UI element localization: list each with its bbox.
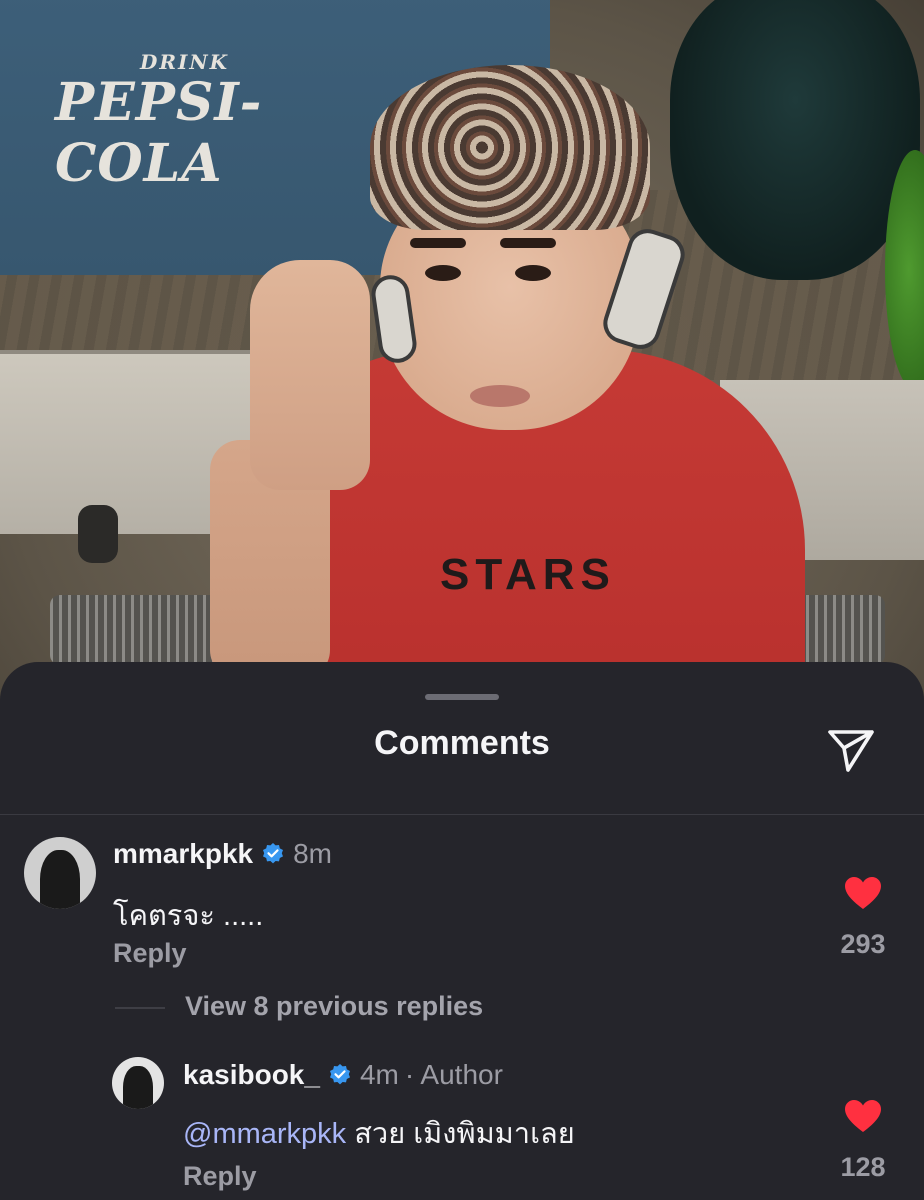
sheet-title: Comments: [374, 724, 550, 762]
reply-button[interactable]: Reply: [183, 1161, 257, 1192]
verified-badge-icon: [329, 1064, 350, 1085]
reply-text: @mmarkpkk สวย เมิงพิมมาเลย: [183, 1110, 575, 1156]
mention-link[interactable]: @mmarkpkk: [183, 1118, 346, 1150]
comment-header: mmarkpkk 8m: [113, 838, 332, 870]
avatar-silhouette: [39, 849, 81, 909]
like-count: 128: [840, 1152, 886, 1182]
like-count: 293: [840, 929, 886, 959]
avatar-silhouette: [123, 1066, 153, 1109]
post-photo: DRINK PEPSI-COLA STARS: [0, 0, 924, 700]
avatar[interactable]: [24, 837, 96, 909]
reply-username[interactable]: kasibook_: [183, 1059, 320, 1091]
paper-plane-icon: [828, 730, 874, 772]
reply-button[interactable]: Reply: [113, 938, 187, 969]
photo-person: STARS: [170, 60, 810, 700]
comment-username[interactable]: mmarkpkk: [113, 838, 253, 870]
reply-time: 4m: [359, 1059, 399, 1090]
right-brow: [500, 238, 556, 248]
reply-body: สวย เมิงพิมมาเลย: [346, 1118, 575, 1150]
left-brow: [410, 238, 466, 248]
comment-time: 8m: [293, 838, 332, 869]
photo-wheel: [78, 505, 118, 563]
comment-text: โคตรจะ .....: [113, 900, 264, 932]
bandana: [370, 65, 650, 230]
view-previous-replies-button[interactable]: View 8 previous replies: [185, 991, 483, 1022]
heart-icon[interactable]: [843, 875, 883, 911]
reply-header: kasibook_ 4m · Author: [183, 1059, 503, 1091]
shirt-text: STARS: [440, 550, 616, 599]
heart-icon[interactable]: [843, 1098, 883, 1134]
comments-sheet: Comments mmarkpkk 8m โคตรจะ ..... Reply …: [0, 662, 924, 1200]
sheet-divider: [0, 814, 924, 815]
lips: [470, 385, 530, 407]
verified-badge-icon: [263, 843, 284, 864]
hand: [250, 260, 370, 490]
right-eye: [515, 265, 551, 281]
left-eye: [425, 265, 461, 281]
sheet-drag-handle[interactable]: [425, 694, 499, 700]
share-button[interactable]: [820, 718, 882, 780]
avatar[interactable]: [112, 1057, 164, 1109]
thread-line: [115, 1007, 165, 1009]
author-label: · Author: [404, 1059, 503, 1090]
